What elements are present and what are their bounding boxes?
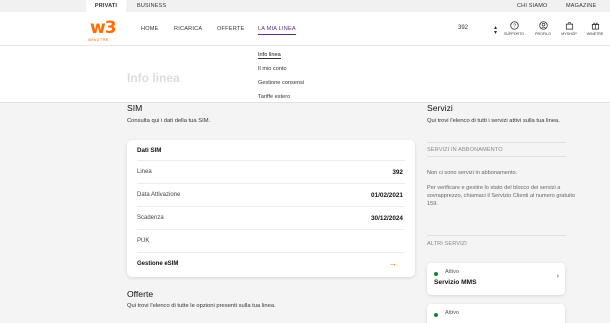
logo-word: WINDTRE	[88, 37, 109, 42]
page-title-ghost: Info linea	[127, 71, 180, 85]
chevron-down-icon: ▾	[494, 30, 498, 36]
service-card[interactable]: Attivo	[427, 304, 565, 323]
status-dot	[434, 313, 438, 317]
nav-ricarica[interactable]: RICARICA	[174, 26, 202, 32]
supporto-label: SUPPORTO	[503, 32, 525, 36]
row-value: 392	[392, 169, 403, 176]
svg-text:?: ?	[513, 23, 516, 29]
sim-section-subtitle: Consulta qui i dati della tua SIM.	[127, 118, 211, 124]
nav-offerte[interactable]: OFFERTE	[217, 26, 244, 32]
sim-data-card: Dati SIM Linea 392 Data Attivazione 01/0…	[127, 140, 415, 277]
divider	[427, 156, 566, 157]
service-name: Servizio MMS	[434, 279, 477, 286]
link-chi-siamo[interactable]: CHI SIAMO	[517, 0, 548, 12]
dropdown-item-gestione-consensi[interactable]: Gestione consensi	[258, 80, 304, 86]
supporto-button[interactable]: ? SUPPORTO	[502, 21, 526, 36]
gestione-esim-link[interactable]: Gestione eSIM	[137, 261, 178, 267]
dropdown-item-il-mio-conto[interactable]: Il mio conto	[258, 66, 287, 72]
nav-home[interactable]: HOME	[141, 26, 159, 32]
myshop-label: MYSHOP	[561, 32, 577, 36]
altri-servizi-label: ALTRI SERVIZI	[427, 241, 467, 247]
tab-business[interactable]: BUSINESS	[137, 0, 166, 12]
divider	[427, 235, 566, 236]
logo-mark: w3	[90, 18, 117, 38]
row-label: PUK	[137, 238, 150, 244]
profilo-label: PROFILO	[535, 32, 551, 36]
sim-card-title: Dati SIM	[137, 147, 162, 154]
service-status: Attivo	[445, 269, 459, 275]
tab-privati[interactable]: PRIVATI	[86, 0, 126, 12]
dropdown-item-info-linea[interactable]: Info linea	[258, 52, 281, 59]
sim-section-title: SIM	[127, 103, 143, 113]
top-bar: PRIVATI BUSINESS CHI SIAMO MAGAZINE	[0, 0, 610, 12]
table-row: PUK	[137, 229, 405, 252]
la-mia-linea-dropdown: Info linea Il mio conto Gestione consens…	[0, 46, 610, 103]
servizi-section-subtitle: Qui trovi l'elenco di tutti i servizi at…	[427, 118, 560, 124]
table-row: Scadenza 30/12/2024	[137, 206, 405, 229]
offerte-section-subtitle: Qui trovi l'elenco di tutte le opzioni p…	[127, 303, 276, 309]
dropdown-item-tariffe-estero[interactable]: Tariffe estero	[258, 94, 290, 100]
table-row: Data Attivazione 01/02/2021	[137, 183, 405, 206]
line-number-selector[interactable]: 392 ▴ ▾	[458, 25, 497, 36]
myshop-button[interactable]: MYSHOP	[557, 21, 581, 36]
row-label: Scadenza	[137, 215, 164, 221]
row-value: 01/02/2021	[371, 192, 403, 199]
row-label: Data Attivazione	[137, 192, 181, 198]
servizi-section-title: Servizi	[427, 103, 453, 113]
user-icon	[538, 21, 548, 30]
divider	[427, 142, 566, 143]
link-magazine[interactable]: MAGAZINE	[566, 0, 596, 12]
winetre-label: WINETRE	[586, 32, 604, 36]
blocco-info-text: Per verificare e gestire lo stato del bl…	[427, 185, 575, 207]
main-nav: w3 WINDTRE HOME RICARICA OFFERTE LA MIA …	[0, 12, 610, 46]
line-number-value: 392	[458, 25, 469, 31]
arrow-right-icon: →	[388, 258, 397, 268]
winetre-button[interactable]: WINETRE	[583, 21, 607, 36]
servizi-abbonamento-label: SERVIZI IN ABBONAMENTO	[427, 147, 503, 153]
status-dot	[434, 272, 438, 276]
row-value: 30/12/2024	[371, 215, 403, 222]
table-row: Linea 392	[137, 160, 405, 183]
windtre-logo[interactable]: w3 WINDTRE	[86, 18, 120, 44]
offerte-section-title: Offerte	[127, 289, 154, 299]
help-icon: ?	[509, 21, 519, 30]
esim-link-row[interactable]: Gestione eSIM →	[137, 252, 405, 275]
service-card-mms[interactable]: Attivo Servizio MMS ›	[427, 263, 565, 295]
shopping-bag-icon	[565, 21, 573, 30]
profilo-button[interactable]: PROFILO	[531, 21, 555, 36]
nav-la-mia-linea[interactable]: LA MIA LINEA	[258, 26, 296, 35]
gift-icon	[591, 22, 599, 30]
chevron-right-icon: ›	[556, 273, 559, 280]
service-status: Attivo	[445, 310, 459, 316]
no-services-text: Non ci sono servizi in abbonamento.	[427, 170, 518, 176]
row-label: Linea	[137, 169, 152, 175]
